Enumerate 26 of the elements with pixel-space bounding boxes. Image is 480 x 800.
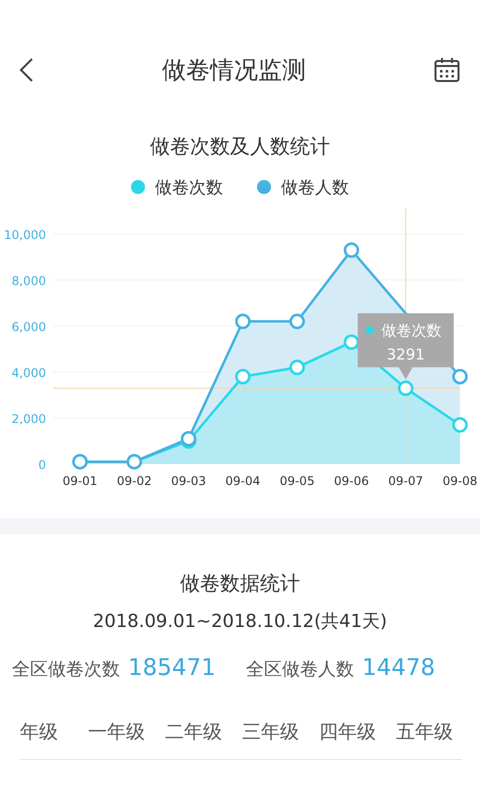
- legend-label: 做卷人数: [281, 176, 349, 198]
- y-axis-label: 0: [38, 458, 46, 472]
- y-axis-label: 8,000: [12, 274, 46, 288]
- y-axis-label: 2,000: [12, 412, 46, 426]
- y-axis-label: 10,000: [4, 228, 46, 242]
- chart-title: 做卷次数及人数统计: [149, 133, 331, 160]
- total-value: 185471: [128, 655, 216, 681]
- x-axis-label: 09-03: [171, 474, 206, 488]
- tooltip-title: 做卷次数: [382, 321, 442, 340]
- total-label: 全区做卷次数: [12, 658, 120, 681]
- y-axis-label: 4,000: [12, 366, 46, 380]
- section-title: 做卷数据统计: [179, 570, 301, 597]
- legend-label: 做卷次数: [155, 176, 223, 198]
- page-title: 做卷情况监测: [162, 55, 306, 86]
- total-value: 14478: [362, 655, 436, 681]
- tooltip-value: 3291: [386, 345, 425, 364]
- x-axis-label: 09-06: [334, 474, 369, 488]
- x-axis-label: 09-04: [225, 474, 260, 488]
- date-range: 2018.09.01~2018.10.12(共41天): [92, 610, 388, 633]
- x-axis-label: 09-08: [442, 474, 478, 488]
- x-axis-label: 09-05: [280, 474, 315, 488]
- total-label: 全区做卷人数: [246, 658, 354, 681]
- x-axis-label: 09-02: [116, 474, 152, 488]
- x-axis-label: 09-07: [388, 474, 424, 488]
- y-axis-label: 6,000: [12, 320, 46, 334]
- x-axis-label: 09-01: [62, 474, 98, 488]
